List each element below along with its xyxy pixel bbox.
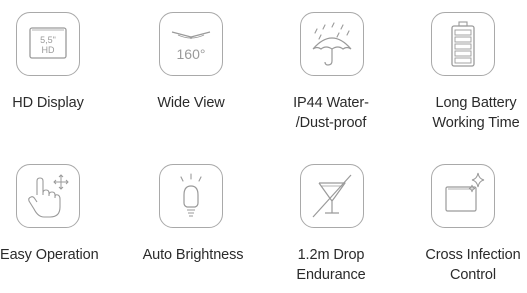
svg-text:5,5": 5,5" (40, 35, 56, 45)
feature-label: Auto Brightness (142, 247, 244, 263)
umbrella-rain-icon (300, 12, 364, 76)
light-bulb-icon (159, 164, 223, 228)
battery-icon (431, 12, 495, 76)
feature-label: Long Battery Working Time (432, 95, 520, 131)
hd-display-icon: 5,5" HD (16, 12, 80, 76)
feature-label: Cross Infection Control (425, 247, 521, 283)
feature-label: HD Display (12, 95, 84, 111)
sparkle-screen-icon (431, 164, 495, 228)
wide-view-icon: 160° (159, 12, 223, 76)
feature-label: IP44 Water- /Dust-proof (293, 95, 369, 131)
feature-label: Easy Operation (0, 247, 99, 263)
feature-label: 1.2m Drop Endurance (296, 247, 366, 283)
svg-text:HD: HD (42, 45, 55, 55)
svg-text:160°: 160° (177, 46, 206, 62)
feature-label: Wide View (157, 95, 225, 111)
touch-hand-icon (16, 164, 80, 228)
broken-glass-icon (300, 164, 364, 228)
